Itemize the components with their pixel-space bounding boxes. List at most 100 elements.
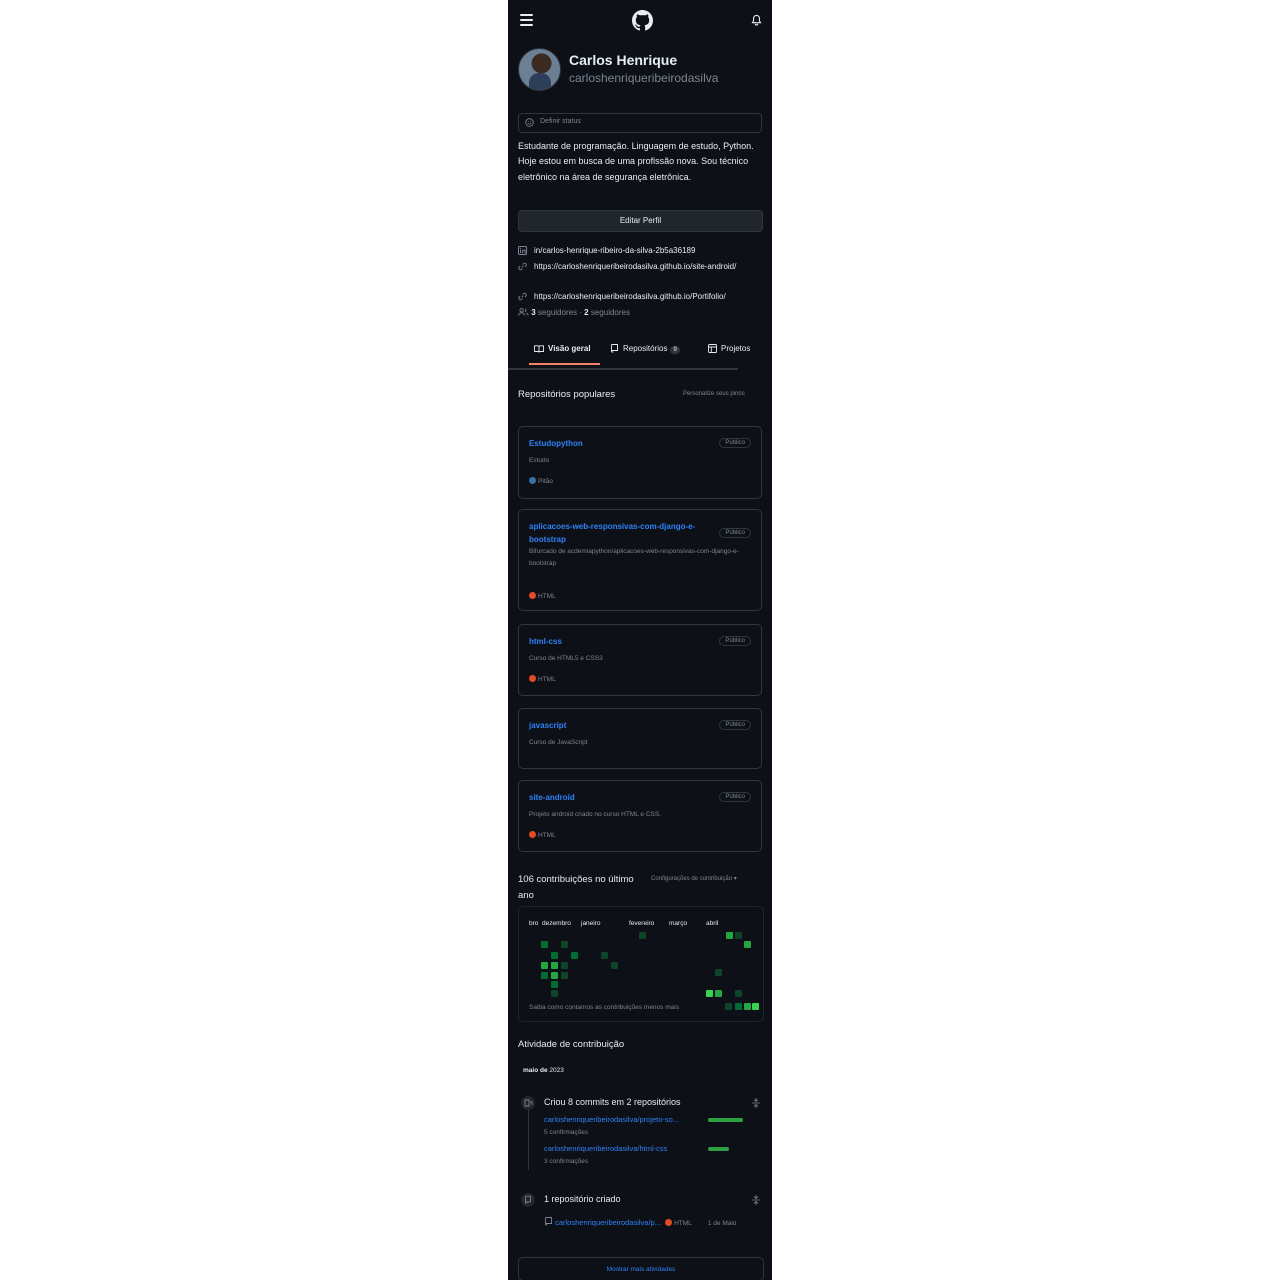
notification-bell-icon[interactable]: [751, 14, 762, 26]
mobile-screen: Carlos Henrique carloshenriqueribeirodas…: [508, 0, 772, 1280]
repo-count-badge: 9: [670, 346, 680, 354]
month-label: março: [669, 920, 688, 927]
repo-icon: [545, 1217, 552, 1226]
contribution-day-cell[interactable]: [744, 1003, 751, 1010]
people-icon: [518, 308, 529, 316]
contribution-day-cell[interactable]: [706, 990, 713, 997]
set-status-button[interactable]: Definir status: [518, 113, 762, 133]
popular-repos-title: Repositórios populares: [518, 389, 616, 400]
show-more-activity-button[interactable]: Mostrar mais atividades: [518, 1257, 764, 1280]
github-logo-icon[interactable]: [632, 10, 653, 31]
repo-name-link[interactable]: site-android: [529, 791, 575, 804]
contribution-day-cell[interactable]: [735, 1003, 742, 1010]
followers-count[interactable]: 3: [531, 308, 535, 317]
tabs-divider: [508, 368, 738, 370]
contribution-day-cell[interactable]: [752, 1003, 759, 1010]
following-count[interactable]: 2: [584, 308, 588, 317]
commit-share-bar: [708, 1147, 729, 1151]
repo-name-link[interactable]: html-css: [529, 635, 562, 648]
contribution-day-cell[interactable]: [541, 941, 548, 948]
contribution-day-cell[interactable]: [551, 981, 558, 988]
contribution-day-cell[interactable]: [735, 932, 742, 939]
contribution-day-cell[interactable]: [561, 941, 568, 948]
followers-label[interactable]: seguidores: [538, 308, 577, 317]
repo-name-link[interactable]: Estudopython: [529, 437, 583, 450]
repo-card[interactable]: javascript Público Curso de JavaScript: [518, 708, 762, 769]
language-color-dot: [529, 831, 536, 838]
contribution-day-cell[interactable]: [715, 990, 722, 997]
edit-profile-button[interactable]: Editar Perfil: [518, 210, 763, 232]
contribution-day-cell[interactable]: [726, 932, 733, 939]
smiley-icon: [525, 118, 534, 127]
language-color-dot: [529, 675, 536, 682]
repo-card[interactable]: Estudopython Público Estudo Pitão: [518, 426, 762, 499]
link-icon: [518, 262, 527, 271]
created-repo-row: carloshenriqueribeirodasilva/p... HTML 1…: [544, 1217, 736, 1227]
repo-description: Bifurcado de acdemiapython/aplicacoes-we…: [529, 548, 739, 567]
timeline-line: [528, 1110, 529, 1170]
fold-icon[interactable]: [752, 1195, 760, 1205]
tab-repositories[interactable]: Repositórios 9: [610, 344, 680, 354]
linkedin-icon: [518, 246, 527, 255]
contribution-day-cell[interactable]: [601, 952, 608, 959]
repo-card[interactable]: html-css Público Curso de HTML5 e CSS3 H…: [518, 624, 762, 696]
activity-title: Atividade de contribuição: [518, 1039, 625, 1050]
month-label: dezembro: [542, 920, 571, 927]
hamburger-menu-icon[interactable]: [520, 14, 533, 26]
repo-language: HTML: [529, 592, 556, 600]
table-icon: [708, 344, 717, 353]
repo-icon: [611, 344, 618, 353]
created-repo-link[interactable]: carloshenriqueribeirodasilva/p...: [555, 1218, 661, 1227]
contribution-day-cell[interactable]: [551, 962, 558, 969]
visibility-badge: Público: [719, 792, 751, 802]
contribution-day-cell[interactable]: [541, 962, 548, 969]
contribution-day-cell[interactable]: [735, 990, 742, 997]
contribution-day-cell[interactable]: [551, 952, 558, 959]
contribution-day-cell[interactable]: [744, 941, 751, 948]
learn-contributions-link[interactable]: Saiba como contamos as contribuições: [529, 1004, 642, 1011]
repo-description: Curso de HTML5 e CSS3: [529, 655, 603, 662]
profile-avatar[interactable]: [518, 48, 561, 91]
commit-repo-link[interactable]: carloshenriqueribeirodasilva/projeto-so.…: [544, 1115, 679, 1124]
repo-language: HTML: [529, 675, 556, 683]
repo-name-link[interactable]: javascript: [529, 719, 566, 732]
contribution-day-cell[interactable]: [551, 990, 558, 997]
repo-card[interactable]: aplicacoes-web-responsivas-com-django-e-…: [518, 509, 762, 611]
visibility-badge: Público: [719, 720, 751, 730]
following-label[interactable]: seguidores: [591, 308, 630, 317]
tab-projects[interactable]: Projetos: [708, 344, 750, 353]
contribution-day-cell[interactable]: [611, 962, 618, 969]
contribution-day-cell[interactable]: [551, 972, 558, 979]
profile-name: Carlos Henrique: [569, 52, 678, 68]
legend-less: menos: [643, 1004, 664, 1011]
contribution-day-cell[interactable]: [639, 932, 646, 939]
visibility-badge: Público: [719, 636, 751, 646]
customize-pins-link[interactable]: Personalize seus pinos: [683, 391, 745, 397]
contribution-day-cell[interactable]: [725, 1003, 732, 1010]
contribution-day-cell[interactable]: [541, 972, 548, 979]
repo-language: HTML: [529, 831, 556, 839]
language-color-dot: [529, 592, 536, 599]
contribution-day-cell[interactable]: [561, 962, 568, 969]
commit-count[interactable]: 5 confirmações: [544, 1129, 588, 1136]
commit-count[interactable]: 3 confirmações: [544, 1158, 588, 1165]
commit-repo-link[interactable]: carloshenriqueribeirodasilva/html-css: [544, 1144, 667, 1153]
top-navigation-bar: [508, 0, 772, 40]
contribution-settings-dropdown[interactable]: Configurações de contribuição ▾: [651, 875, 737, 882]
fold-icon[interactable]: [752, 1098, 760, 1108]
book-icon: [534, 345, 544, 353]
tab-overview[interactable]: Visão geral: [534, 344, 591, 353]
repo-description: Projeto android criado no curso HTML e C…: [529, 811, 661, 818]
profile-tabs: Visão geral Repositórios 9 Projetos: [508, 340, 772, 368]
repo-name-link[interactable]: aplicacoes-web-responsivas-com-django-e-…: [529, 520, 714, 546]
link-icon: [518, 292, 527, 301]
repo-card[interactable]: site-android Público Projeto android cri…: [518, 780, 762, 852]
commits-summary: Criou 8 commits em 2 repositórios: [544, 1097, 681, 1107]
repos-created-summary: 1 repositório criado: [544, 1194, 621, 1204]
created-repo-date: 1 de Maio: [707, 1220, 737, 1227]
visibility-badge: Público: [719, 438, 751, 448]
contribution-day-cell[interactable]: [571, 952, 578, 959]
contribution-day-cell[interactable]: [715, 969, 722, 976]
contribution-day-cell[interactable]: [561, 972, 568, 979]
profile-bio: Estudante de programação. Linguagem de e…: [518, 141, 754, 182]
